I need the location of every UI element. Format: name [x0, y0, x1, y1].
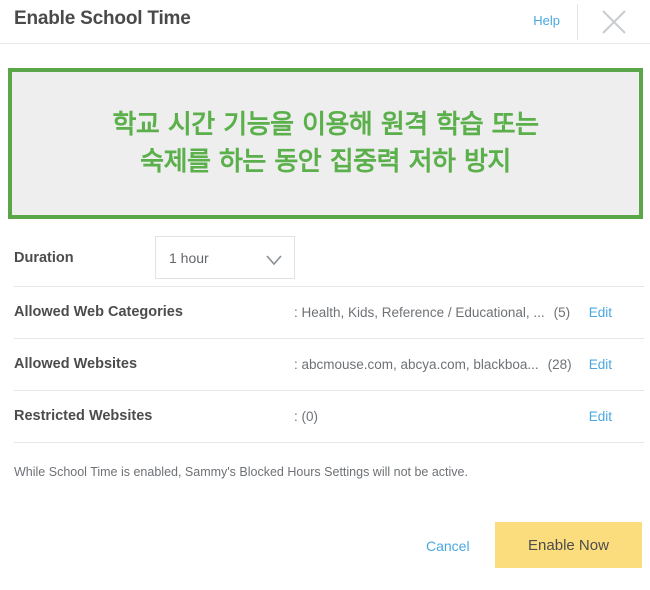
row-count: (5): [553, 305, 571, 320]
edit-link-allowed-websites[interactable]: Edit: [589, 357, 612, 372]
page-title: Enable School Time: [14, 8, 191, 29]
help-link[interactable]: Help: [533, 13, 560, 28]
promo-banner: 학교 시간 기능을 이용해 원격 학습 또는 숙제를 하는 동안 집중력 저하 …: [8, 68, 643, 219]
table-row: Restricted Websites : (0) Edit: [14, 391, 644, 442]
row-label: Restricted Websites: [14, 408, 153, 424]
row-value-text: : (0): [294, 409, 319, 424]
row-label: Allowed Websites: [14, 356, 138, 372]
duration-row: Duration 1 hour: [0, 232, 650, 286]
duration-select[interactable]: 1 hour: [155, 236, 295, 279]
row-value: : (0): [294, 409, 327, 424]
header-divider: [577, 4, 578, 40]
promo-banner-text: 학교 시간 기능을 이용해 원격 학습 또는 숙제를 하는 동안 집중력 저하 …: [112, 109, 539, 177]
edit-link-restricted-websites[interactable]: Edit: [589, 409, 612, 424]
close-button[interactable]: [592, 2, 636, 42]
row-value: : abcmouse.com, abcya.com, blackboa... (2…: [294, 357, 572, 372]
cancel-button[interactable]: Cancel: [426, 538, 470, 554]
settings-rows: Allowed Web Categories : Health, Kids, R…: [14, 286, 644, 443]
duration-label: Duration: [14, 250, 74, 266]
row-label: Allowed Web Categories: [14, 304, 183, 320]
chevron-down-icon: [266, 253, 282, 271]
dialog-header: Enable School Time Help: [0, 0, 650, 44]
duration-select-value: 1 hour: [169, 250, 209, 266]
row-count: (28): [547, 357, 572, 372]
info-note: While School Time is enabled, Sammy's Bl…: [14, 465, 468, 479]
edit-link-allowed-web-categories[interactable]: Edit: [589, 305, 612, 320]
row-value-text: : abcmouse.com, abcya.com, blackboa...: [294, 357, 539, 372]
table-row: Allowed Websites : abcmouse.com, abcya.c…: [14, 339, 644, 390]
enable-now-button[interactable]: Enable Now: [495, 522, 642, 568]
table-row: Allowed Web Categories : Health, Kids, R…: [14, 287, 644, 338]
row-value-text: : Health, Kids, Reference / Educational,…: [294, 305, 545, 320]
close-icon: [592, 2, 636, 42]
row-value: : Health, Kids, Reference / Educational,…: [294, 305, 570, 320]
row-divider: [14, 442, 644, 443]
